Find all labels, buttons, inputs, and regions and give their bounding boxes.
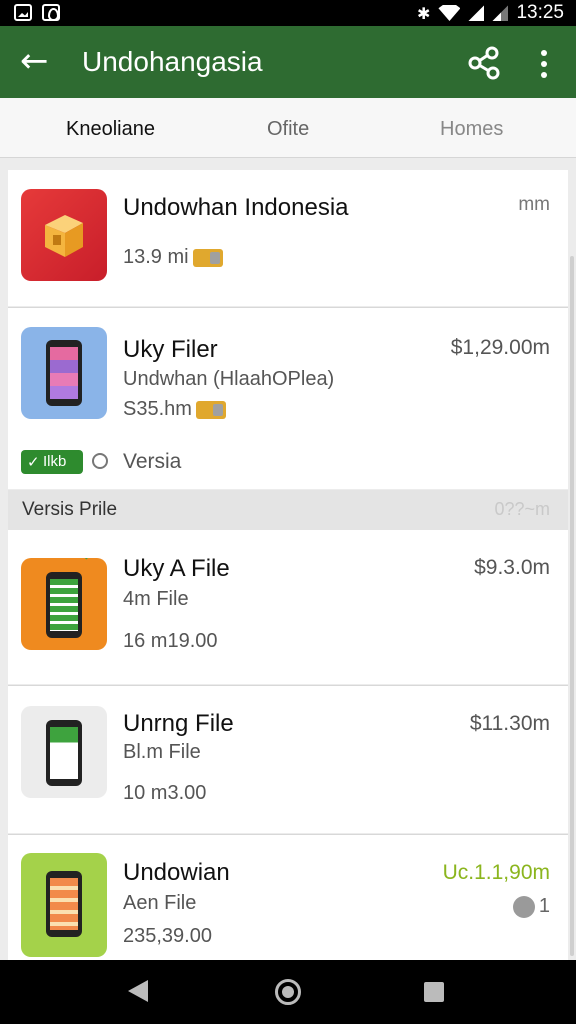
section-meta: 0??~m bbox=[494, 499, 550, 519]
nav-recents-icon[interactable] bbox=[424, 982, 444, 1002]
section-header: Versis Prile 0??~m bbox=[8, 490, 568, 530]
status-time: 13:25 bbox=[516, 2, 564, 23]
storage-badge-icon bbox=[192, 248, 223, 267]
scrollbar[interactable] bbox=[570, 256, 574, 956]
share-icon[interactable] bbox=[466, 46, 502, 80]
app-price: $1,29.00m bbox=[450, 336, 550, 359]
wifi-icon bbox=[438, 5, 461, 21]
app-size: 13.9 mi bbox=[123, 246, 223, 269]
app-icon bbox=[21, 558, 107, 650]
app-name: Uky Filer bbox=[123, 336, 218, 363]
app-icon bbox=[21, 706, 107, 798]
back-arrow-icon[interactable]: ← bbox=[20, 44, 56, 80]
tab-kneoliane[interactable]: Kneoliane bbox=[66, 118, 155, 141]
app-meta: 10 m3.00 bbox=[123, 782, 207, 804]
app-icon bbox=[21, 189, 107, 281]
app-price: Uc.1.1,90m bbox=[442, 861, 550, 884]
app-notification-icon bbox=[42, 4, 60, 21]
app-size: S35.hm bbox=[123, 398, 226, 421]
featured-app-card[interactable]: Undowhan Indonesia 13.9 mi mm bbox=[8, 170, 568, 306]
verified-badge: Ilkb bbox=[21, 450, 83, 474]
list-item[interactable]: Unrng File Bl.m File 10 m3.00 $11.30m bbox=[8, 685, 568, 833]
app-name: Unrng File bbox=[123, 710, 234, 737]
user-icon bbox=[512, 895, 535, 918]
status-bar: ✱ 13:25 bbox=[0, 0, 576, 26]
app-icon bbox=[21, 853, 107, 957]
app-price: $9.3.0m bbox=[474, 556, 550, 579]
list-item[interactable]: Uky A File 4m File 16 m19.00 $9.3.0m bbox=[8, 530, 568, 684]
signal-icon-2 bbox=[492, 5, 509, 21]
app-meta-right: mm bbox=[518, 194, 550, 215]
version-label: Versia bbox=[123, 450, 182, 473]
app-meta: 16 m19.00 bbox=[123, 630, 218, 652]
bluetooth-icon: ✱ bbox=[417, 3, 431, 23]
app-price: $11.30m bbox=[469, 712, 550, 735]
tab-ofite[interactable]: Ofite bbox=[267, 118, 309, 141]
app-subtitle: 4m File bbox=[123, 588, 189, 610]
download-count: 1 bbox=[512, 895, 550, 918]
tab-bar: Kneoliane Ofite Homes bbox=[0, 98, 576, 158]
app-title: Undohangasia bbox=[82, 46, 263, 77]
system-nav-bar bbox=[0, 960, 576, 1024]
gallery-notification-icon bbox=[14, 4, 32, 21]
nav-home-icon[interactable] bbox=[275, 979, 301, 1005]
app-name: Undowhan Indonesia bbox=[123, 194, 349, 221]
tab-homes[interactable]: Homes bbox=[440, 118, 503, 141]
app-name: Uky A File bbox=[123, 555, 230, 582]
app-subtitle: Undwhan (HlaahOPlea) bbox=[123, 368, 335, 390]
signal-icon bbox=[468, 5, 485, 21]
app-icon bbox=[21, 327, 107, 419]
more-options-icon[interactable] bbox=[530, 46, 558, 80]
nav-back-icon[interactable] bbox=[128, 980, 148, 1002]
status-circle-icon bbox=[92, 453, 108, 469]
app-subtitle: Bl.m File bbox=[123, 741, 201, 763]
storage-badge-icon bbox=[195, 400, 226, 419]
list-item[interactable]: Undowian Aen File 235,39.00 Uc.1.1,90m 1 bbox=[8, 834, 568, 960]
app-subtitle: Aen File bbox=[123, 892, 197, 914]
app-bar: ← Undohangasia bbox=[0, 26, 576, 98]
app-name: Undowian bbox=[123, 859, 230, 886]
section-title: Versis Prile bbox=[22, 499, 118, 520]
list-item[interactable]: Uky Filer Undwhan (HlaahOPlea) S35.hm $1… bbox=[8, 307, 568, 489]
app-meta: 235,39.00 bbox=[123, 925, 212, 947]
